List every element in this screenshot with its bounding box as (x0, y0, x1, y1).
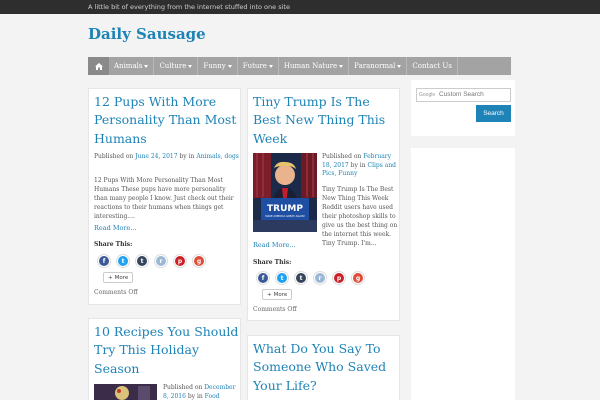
meta-in: by in (187, 392, 203, 400)
nav-home-button[interactable] (88, 57, 109, 75)
share-tumblr-button[interactable]: t (135, 254, 149, 268)
nav-item-label: Paranormal (354, 62, 396, 70)
twitter-icon: t (118, 256, 128, 266)
facebook-icon: f (258, 273, 268, 283)
search-brand: Google (419, 92, 436, 98)
post-excerpt: 12 Pups With More Personality Than Most … (94, 177, 234, 220)
site-title[interactable]: Daily Sausage (88, 25, 206, 43)
read-more-link[interactable]: Read More... (253, 241, 296, 249)
share-tumblr-button[interactable]: t (294, 271, 308, 285)
pinterest-icon: p (175, 256, 185, 266)
site-tagline: A little bit of everything from the inte… (88, 3, 290, 11)
tumblr-icon: t (137, 256, 147, 266)
share-more-icon: + (108, 274, 113, 281)
share-pinterest-button[interactable]: p (173, 254, 187, 268)
reddit-icon: r (156, 256, 166, 266)
search-input[interactable]: Google Custom Search (416, 88, 511, 102)
post-title[interactable]: Tiny Trump Is The Best New Thing This We… (253, 93, 399, 148)
chevron-down-icon (339, 64, 344, 68)
meta-prefix: Published on (322, 153, 362, 160)
share-facebook-button[interactable]: f (97, 254, 111, 268)
sidebar-widget (411, 148, 515, 400)
nav-item-label: Culture (159, 62, 187, 70)
post-categories[interactable]: Animals, dogs (196, 153, 239, 160)
meta-prefix: Published on (94, 153, 134, 160)
nav-item-animals[interactable]: Animals (109, 57, 155, 75)
search-placeholder: Custom Search (439, 91, 484, 98)
post-thumbnail[interactable]: TRUMP MAKE AMERICA GREAT AGAIN! (253, 153, 317, 232)
share-label: Share This: (253, 259, 292, 266)
image-sign-subtext: MAKE AMERICA GREAT AGAIN! (265, 214, 305, 218)
read-more-link[interactable]: Read More... (94, 224, 137, 232)
nav-item-funny[interactable]: Funny (198, 57, 238, 75)
post-categories[interactable]: Food (205, 393, 220, 400)
trump-photo-image: TRUMP MAKE AMERICA GREAT AGAIN! (253, 153, 317, 232)
top-bar: A little bit of everything from the inte… (0, 0, 600, 14)
reddit-icon: r (315, 273, 325, 283)
nav-item-human-nature[interactable]: Human Nature (279, 57, 350, 75)
nav-item-label: Future (242, 62, 267, 70)
share-twitter-button[interactable]: t (275, 271, 289, 285)
twitter-icon: t (277, 273, 287, 283)
post-excerpt: Tiny Trump Is The Best New Thing This We… (322, 186, 398, 247)
chevron-down-icon (144, 64, 149, 68)
share-google-plus-button[interactable]: g (192, 254, 206, 268)
share-google-plus-button[interactable]: g (351, 271, 365, 285)
more-label: More (273, 291, 288, 298)
post-meta: Published on June 24, 2017 by in Animals… (94, 153, 239, 162)
share-reddit-button[interactable]: r (313, 271, 327, 285)
meta-in: by in (179, 153, 195, 160)
chevron-down-icon (227, 64, 232, 68)
share-buttons: f t t r p g (97, 254, 206, 268)
share-more-button[interactable]: + More (103, 272, 134, 283)
nav-item-label: Animals (114, 62, 143, 70)
recipe-photo-image (94, 384, 157, 400)
post-meta: Published on December 8, 2016 by in Food (163, 384, 239, 400)
post-title[interactable]: What Do You Say To Someone Who Saved You… (253, 340, 399, 395)
share-pinterest-button[interactable]: p (332, 271, 346, 285)
share-more-button[interactable]: + More (262, 289, 293, 300)
nav-item-label: Human Nature (283, 62, 338, 70)
share-reddit-button[interactable]: r (154, 254, 168, 268)
google-plus-icon: g (194, 256, 204, 266)
post-title[interactable]: 10 Recipes You Should Try This Holiday S… (94, 323, 242, 378)
share-more-icon: + (267, 291, 272, 298)
share-facebook-button[interactable]: f (256, 271, 270, 285)
google-plus-icon: g (353, 273, 363, 283)
post-thumbnail[interactable] (94, 384, 157, 400)
nav-item-paranormal[interactable]: Paranormal (349, 57, 408, 75)
share-label: Share This: (94, 241, 133, 248)
post-meta: Published on February 18, 2017 by in Cli… (322, 153, 398, 179)
post-date[interactable]: June 24, 2017 (135, 153, 177, 160)
share-buttons: f t t r p g (256, 271, 365, 285)
home-icon (94, 62, 103, 70)
chevron-down-icon (397, 64, 402, 68)
chevron-down-icon (188, 64, 193, 68)
meta-prefix: Published on (163, 384, 203, 391)
tumblr-icon: t (296, 273, 306, 283)
comments-status: Comments Off (94, 289, 138, 296)
nav-item-future[interactable]: Future (238, 57, 279, 75)
share-twitter-button[interactable]: t (116, 254, 130, 268)
nav-item-culture[interactable]: Culture (154, 57, 199, 75)
nav-item-label: Contact Us (412, 62, 452, 70)
post-title[interactable]: 12 Pups With More Personality Than Most … (94, 93, 242, 148)
more-label: More (114, 274, 129, 281)
comments-status: Comments Off (253, 306, 297, 313)
main-nav: Animals Culture Funny Future Human Natur… (88, 57, 511, 75)
image-sign-text: TRUMP (267, 204, 303, 214)
facebook-icon: f (99, 256, 109, 266)
chevron-down-icon (268, 64, 273, 68)
nav-item-label: Funny (203, 62, 226, 70)
search-button[interactable]: Search (476, 105, 511, 122)
meta-in: by in (350, 161, 366, 169)
pinterest-icon: p (334, 273, 344, 283)
nav-item-contact-us[interactable]: Contact Us (407, 57, 458, 75)
